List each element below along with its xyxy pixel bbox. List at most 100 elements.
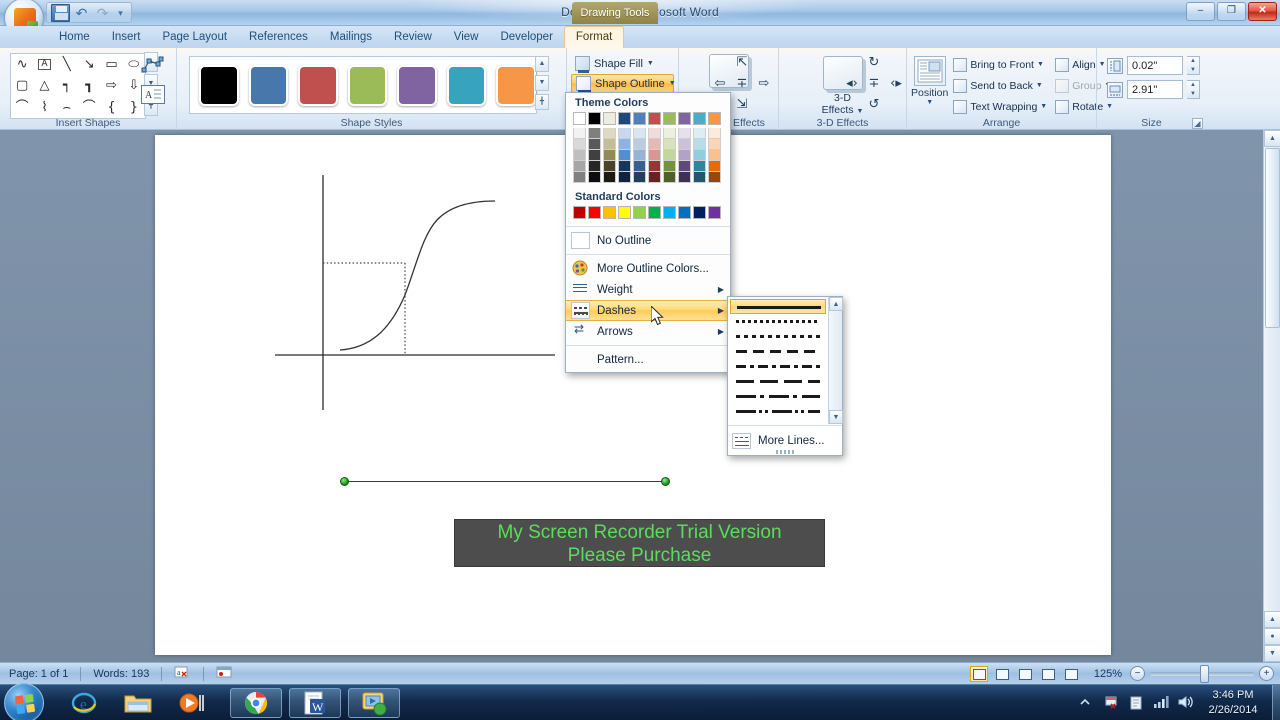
vertical-scrollbar[interactable]: ▲ ▲ ● ▼ — [1263, 130, 1280, 662]
variant-swatch[interactable] — [648, 172, 661, 183]
dash-scroll-down-icon[interactable]: ▼ — [829, 410, 843, 424]
variant-swatch[interactable] — [573, 128, 586, 139]
zoom-slider[interactable] — [1150, 664, 1254, 683]
variant-swatch[interactable] — [603, 128, 616, 139]
system-clock[interactable]: 3:46 PM 2/26/2014 — [1198, 688, 1268, 718]
shape-right-arrow[interactable]: ⇨ — [106, 79, 117, 92]
dash-option-square-dot[interactable] — [730, 329, 826, 344]
zoom-level-label[interactable]: 125% — [1091, 668, 1125, 680]
standard-color-light-green[interactable] — [633, 206, 646, 219]
variant-swatch[interactable] — [588, 139, 601, 150]
theme-color-tan[interactable] — [603, 112, 616, 125]
shape-cloud[interactable]: ⌒ — [16, 101, 29, 114]
standard-color-yellow[interactable] — [618, 206, 631, 219]
variant-swatch[interactable] — [603, 150, 616, 161]
select-browse-object-icon[interactable]: ● — [1264, 628, 1280, 645]
dashes-scrollbar[interactable]: ▲ ▼ — [828, 297, 843, 424]
nudge-shadow-left-icon[interactable]: ⇦ — [715, 76, 726, 91]
variant-swatch[interactable] — [618, 139, 631, 150]
shape-left-brace[interactable]: { — [107, 101, 115, 114]
standard-color-orange[interactable] — [603, 206, 616, 219]
styles-more-icon[interactable]: ╋ — [535, 94, 549, 110]
shape-height-spinner[interactable]: ▲ ▼ — [1187, 56, 1200, 75]
shapes-gallery[interactable]: ∿ A ╲ ↘ ▭ ⬭ ▢ △ ┑ ┓ ⇨ ⇩ ⌒ ⌇ ⌢ ⌒ { } — [10, 53, 146, 119]
variant-swatch[interactable] — [663, 161, 676, 172]
spinner-down-icon[interactable]: ▼ — [1187, 66, 1199, 75]
taskbar-item-screen-recorder[interactable] — [348, 688, 400, 718]
tab-insert[interactable]: Insert — [101, 27, 152, 48]
variant-swatch[interactable] — [603, 172, 616, 183]
spinner-up-icon[interactable]: ▲ — [1187, 57, 1199, 66]
nudge-shadow-up-icon[interactable]: ⇱ — [737, 55, 748, 70]
variant-swatch[interactable] — [678, 139, 691, 150]
proofing-errors-icon[interactable]: a — [171, 665, 194, 682]
variant-swatch[interactable] — [708, 161, 721, 172]
taskbar-item-windows-explorer[interactable] — [112, 688, 164, 718]
variant-swatch[interactable] — [618, 128, 631, 139]
spinner-up-icon[interactable]: ▲ — [1187, 81, 1199, 90]
variant-swatch[interactable] — [648, 139, 661, 150]
edit-shape-button[interactable] — [140, 56, 168, 78]
variant-swatch[interactable] — [678, 150, 691, 161]
minimize-button[interactable]: – — [1186, 2, 1215, 21]
style-swatch-black[interactable] — [199, 64, 239, 106]
shape-scribble[interactable]: ⌇ — [41, 101, 47, 114]
tilt-left-icon[interactable]: ◂› — [846, 76, 858, 91]
variant-swatch[interactable] — [588, 172, 601, 183]
shape-curve[interactable]: ∿ — [17, 58, 28, 71]
shape-line[interactable]: ╲ — [63, 58, 71, 71]
bring-to-front-button[interactable]: Bring to Front ▼ — [950, 54, 1050, 75]
menu-item-weight[interactable]: Weight ▶ — [566, 279, 730, 300]
dash-scroll-up-icon[interactable]: ▲ — [829, 297, 843, 311]
line-handle-left[interactable] — [340, 477, 349, 486]
variant-swatch[interactable] — [588, 161, 601, 172]
variant-swatch[interactable] — [648, 128, 661, 139]
variant-swatch[interactable] — [633, 139, 646, 150]
scroll-down-icon[interactable]: ▼ — [1264, 645, 1280, 662]
start-button[interactable] — [4, 683, 44, 720]
variant-swatch[interactable] — [708, 139, 721, 150]
standard-color-red[interactable] — [588, 206, 601, 219]
variant-swatch[interactable] — [573, 172, 586, 183]
shape-rounded-rect[interactable]: ▢ — [16, 79, 28, 92]
variant-swatch[interactable] — [633, 172, 646, 183]
zoom-out-button[interactable]: − — [1130, 666, 1145, 681]
dash-option-long-dash-dot[interactable] — [730, 389, 826, 404]
theme-color-aqua[interactable] — [693, 112, 706, 125]
shape-fill-button[interactable]: Shape Fill ▼ — [571, 54, 674, 73]
variant-swatch[interactable] — [693, 172, 706, 183]
nudge-shadow-right-icon[interactable]: ⇨ — [759, 76, 770, 91]
previous-page-icon[interactable]: ▲ — [1264, 611, 1280, 628]
shape-down-arrow[interactable]: ⇩ — [128, 79, 139, 92]
standard-color-dark-red[interactable] — [573, 206, 586, 219]
theme-color-purple[interactable] — [678, 112, 691, 125]
restore-button[interactable]: ❐ — [1217, 2, 1246, 21]
variant-swatch[interactable] — [708, 150, 721, 161]
dash-option-long-dash-dot-dot[interactable] — [730, 404, 826, 419]
word-count[interactable]: Words: 193 — [90, 668, 152, 680]
style-swatch-red[interactable] — [298, 64, 338, 106]
variant-swatch[interactable] — [573, 139, 586, 150]
send-to-back-button[interactable]: Send to Back ▼ — [950, 75, 1050, 96]
variant-swatch[interactable] — [618, 150, 631, 161]
variant-swatch[interactable] — [588, 150, 601, 161]
size-dialog-launcher[interactable]: ◢ — [1192, 118, 1203, 129]
threed-onoff-icon[interactable]: ∓ — [869, 76, 880, 91]
style-swatch-green[interactable] — [347, 64, 388, 106]
view-full-screen-reading-button[interactable] — [993, 666, 1011, 682]
variant-swatch[interactable] — [663, 128, 676, 139]
view-draft-button[interactable] — [1062, 666, 1080, 682]
shape-arc[interactable]: ⌢ — [63, 101, 72, 114]
updates-icon[interactable] — [1128, 695, 1144, 711]
variant-swatch[interactable] — [678, 161, 691, 172]
tab-references[interactable]: References — [238, 27, 319, 48]
style-swatch-orange[interactable] — [496, 64, 537, 106]
variant-swatch[interactable] — [633, 161, 646, 172]
theme-color-red[interactable] — [648, 112, 661, 125]
shape-elbow-arrow[interactable]: ┓ — [85, 79, 93, 92]
styles-scroll-down-icon[interactable]: ▼ — [535, 75, 549, 91]
shape-width-spinner[interactable]: ▲ ▼ — [1187, 80, 1200, 99]
macro-recording-icon[interactable] — [213, 665, 236, 682]
variant-swatch[interactable] — [618, 161, 631, 172]
variant-swatch[interactable] — [708, 172, 721, 183]
